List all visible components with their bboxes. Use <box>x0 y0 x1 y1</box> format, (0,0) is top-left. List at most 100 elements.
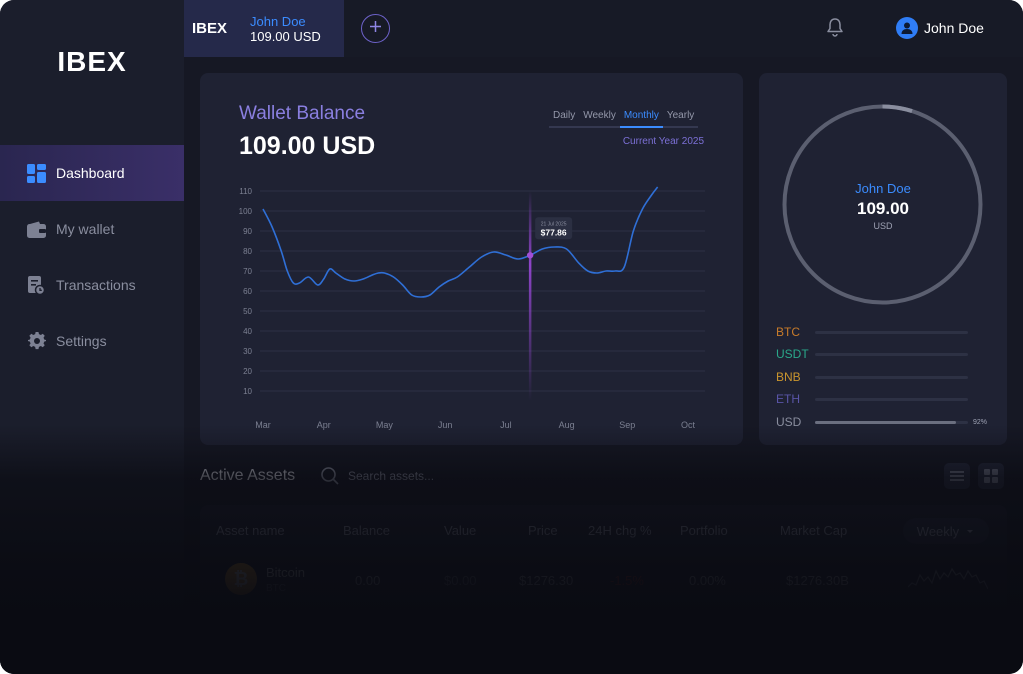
bell-icon <box>825 18 845 42</box>
sidebar-item-my-wallet[interactable]: My wallet <box>0 201 184 257</box>
column-header-value[interactable]: Value <box>444 523 476 538</box>
top-bar: IBEX John Doe 109.00 USD John Doe <box>184 0 1023 57</box>
search-input[interactable] <box>348 469 488 483</box>
notifications-button[interactable] <box>825 17 847 39</box>
portfolio-total-value: 109.00 <box>857 199 909 218</box>
highlight-point <box>526 252 534 259</box>
account-tab[interactable]: IBEX John Doe 109.00 USD <box>184 0 344 57</box>
dashboard-icon <box>27 163 46 183</box>
sparkline-period-select[interactable]: Weekly <box>903 518 989 544</box>
asset-symbol: BTC <box>266 583 286 594</box>
asset-search <box>320 466 488 486</box>
assets-table: Asset name Balance Value Price 24H chg %… <box>200 505 1007 665</box>
asset-row-bnb: BNB <box>776 369 991 385</box>
plus-circle-icon <box>369 20 382 38</box>
gear-icon <box>27 332 46 351</box>
asset-24h-change: -1.5% <box>610 573 644 588</box>
year-range-selector[interactable]: Current Year 2025 <box>623 136 704 147</box>
wallet-balance-value: 109.00 USD <box>239 132 376 160</box>
x-tick-label: Apr <box>317 420 331 430</box>
y-tick-label: 100 <box>239 207 253 216</box>
column-header-price[interactable]: Price <box>528 523 558 538</box>
sidebar-item-transactions[interactable]: Transactions <box>0 257 184 313</box>
y-tick-label: 30 <box>243 347 252 356</box>
user-icon <box>901 22 913 34</box>
y-tick-label: 70 <box>243 267 252 276</box>
series-line <box>262 186 659 298</box>
asset-price: $1276.30 <box>519 573 574 588</box>
asset-label: BNB <box>776 370 801 384</box>
tab-daily[interactable]: Daily <box>549 108 580 128</box>
x-tick-label: Sep <box>619 420 635 430</box>
allocation-bar <box>815 397 968 401</box>
asset-balance: 0.00 <box>355 573 381 588</box>
asset-label: BTC <box>776 325 800 339</box>
tab-yearly[interactable]: Yearly <box>662 108 699 128</box>
chevron-down-icon <box>967 530 974 533</box>
x-tick-label: Aug <box>559 420 575 430</box>
highlight-line <box>528 191 532 401</box>
period-tabs: Daily Weekly Monthly Yearly <box>549 108 699 128</box>
allocation-bar <box>815 330 968 334</box>
list-view-icon <box>950 471 964 481</box>
portfolio-card: John Doe 109.00 USD BTC USDT BNB ETH USD 92% <box>759 73 1007 445</box>
user-name: John Doe <box>924 20 984 36</box>
sparkline-period-label: Weekly <box>916 523 960 539</box>
tab-weekly[interactable]: Weekly <box>579 108 620 128</box>
account-tab-details: John Doe 109.00 USD <box>250 14 321 44</box>
wallet-icon <box>27 220 46 239</box>
x-tick-label: Oct <box>681 420 696 430</box>
logo: IBEX <box>57 46 127 77</box>
y-tick-label: 10 <box>243 387 252 396</box>
allocation-percent: 92% <box>972 418 987 426</box>
column-header-asset-name[interactable]: Asset name <box>216 523 285 538</box>
bitcoin-icon: ₿ <box>225 563 257 595</box>
column-header-market-cap[interactable]: Market Cap <box>780 523 847 538</box>
y-tick-label: 50 <box>243 307 252 316</box>
allocation-bar <box>815 375 968 379</box>
sidebar: IBEX Dashboard My wallet Transactions Se… <box>0 0 184 674</box>
asset-name[interactable]: Bitcoin <box>266 565 305 580</box>
sparkline-icon <box>908 567 988 590</box>
asset-portfolio-share: 0.00% <box>689 573 726 588</box>
sidebar-item-label: My wallet <box>56 221 115 237</box>
balance-line-chart: 110 100 90 80 70 60 50 40 30 20 10 Mar Apr May Jun Jul A… <box>239 186 705 430</box>
x-tick-label: Jun <box>438 420 453 430</box>
account-tab-balance: 109.00 USD <box>250 28 321 44</box>
sidebar-item-label: Dashboard <box>56 165 125 181</box>
y-tick-label: 40 <box>243 327 252 336</box>
grid-view-button[interactable] <box>978 463 1004 489</box>
asset-value: $0.00 <box>444 573 477 588</box>
allocation-bar-fill <box>815 420 956 424</box>
asset-row-usdt: USDT <box>776 346 991 362</box>
user-menu[interactable]: John Doe <box>896 17 984 39</box>
asset-row-usd: USD 92% <box>776 414 991 430</box>
y-tick-label: 20 <box>243 367 252 376</box>
add-account-button[interactable] <box>361 14 390 43</box>
wallet-balance-title: Wallet Balance <box>239 103 366 124</box>
active-assets-title: Active Assets <box>200 467 296 484</box>
sidebar-item-settings[interactable]: Settings <box>0 313 184 369</box>
y-tick-label: 110 <box>239 187 252 196</box>
sidebar-item-label: Transactions <box>56 277 136 293</box>
search-icon <box>321 467 339 485</box>
column-header-portfolio[interactable]: Portfolio <box>680 523 728 538</box>
list-view-button[interactable] <box>944 463 970 489</box>
account-tab-exchange: IBEX <box>192 20 228 37</box>
tab-monthly[interactable]: Monthly <box>619 108 663 128</box>
wallet-balance-card: Wallet Balance 109.00 USD Daily Weekly M… <box>200 73 743 445</box>
asset-label: USDT <box>776 347 809 361</box>
y-tick-label: 90 <box>243 227 252 236</box>
allocation-bar <box>815 352 968 356</box>
portfolio-owner-name: John Doe <box>855 181 911 196</box>
grid-view-icon <box>984 469 998 483</box>
account-tab-name: John Doe <box>250 13 306 29</box>
asset-market-cap: $1276.30B <box>786 573 849 588</box>
x-tick-label: Mar <box>255 420 271 430</box>
sidebar-item-dashboard[interactable]: Dashboard <box>0 145 184 201</box>
column-header-balance[interactable]: Balance <box>343 523 390 538</box>
column-header-24h-change[interactable]: 24H chg % <box>588 523 652 538</box>
portfolio-currency: USD <box>873 221 893 231</box>
asset-row-eth: ETH <box>776 391 991 407</box>
transactions-icon <box>27 275 46 295</box>
